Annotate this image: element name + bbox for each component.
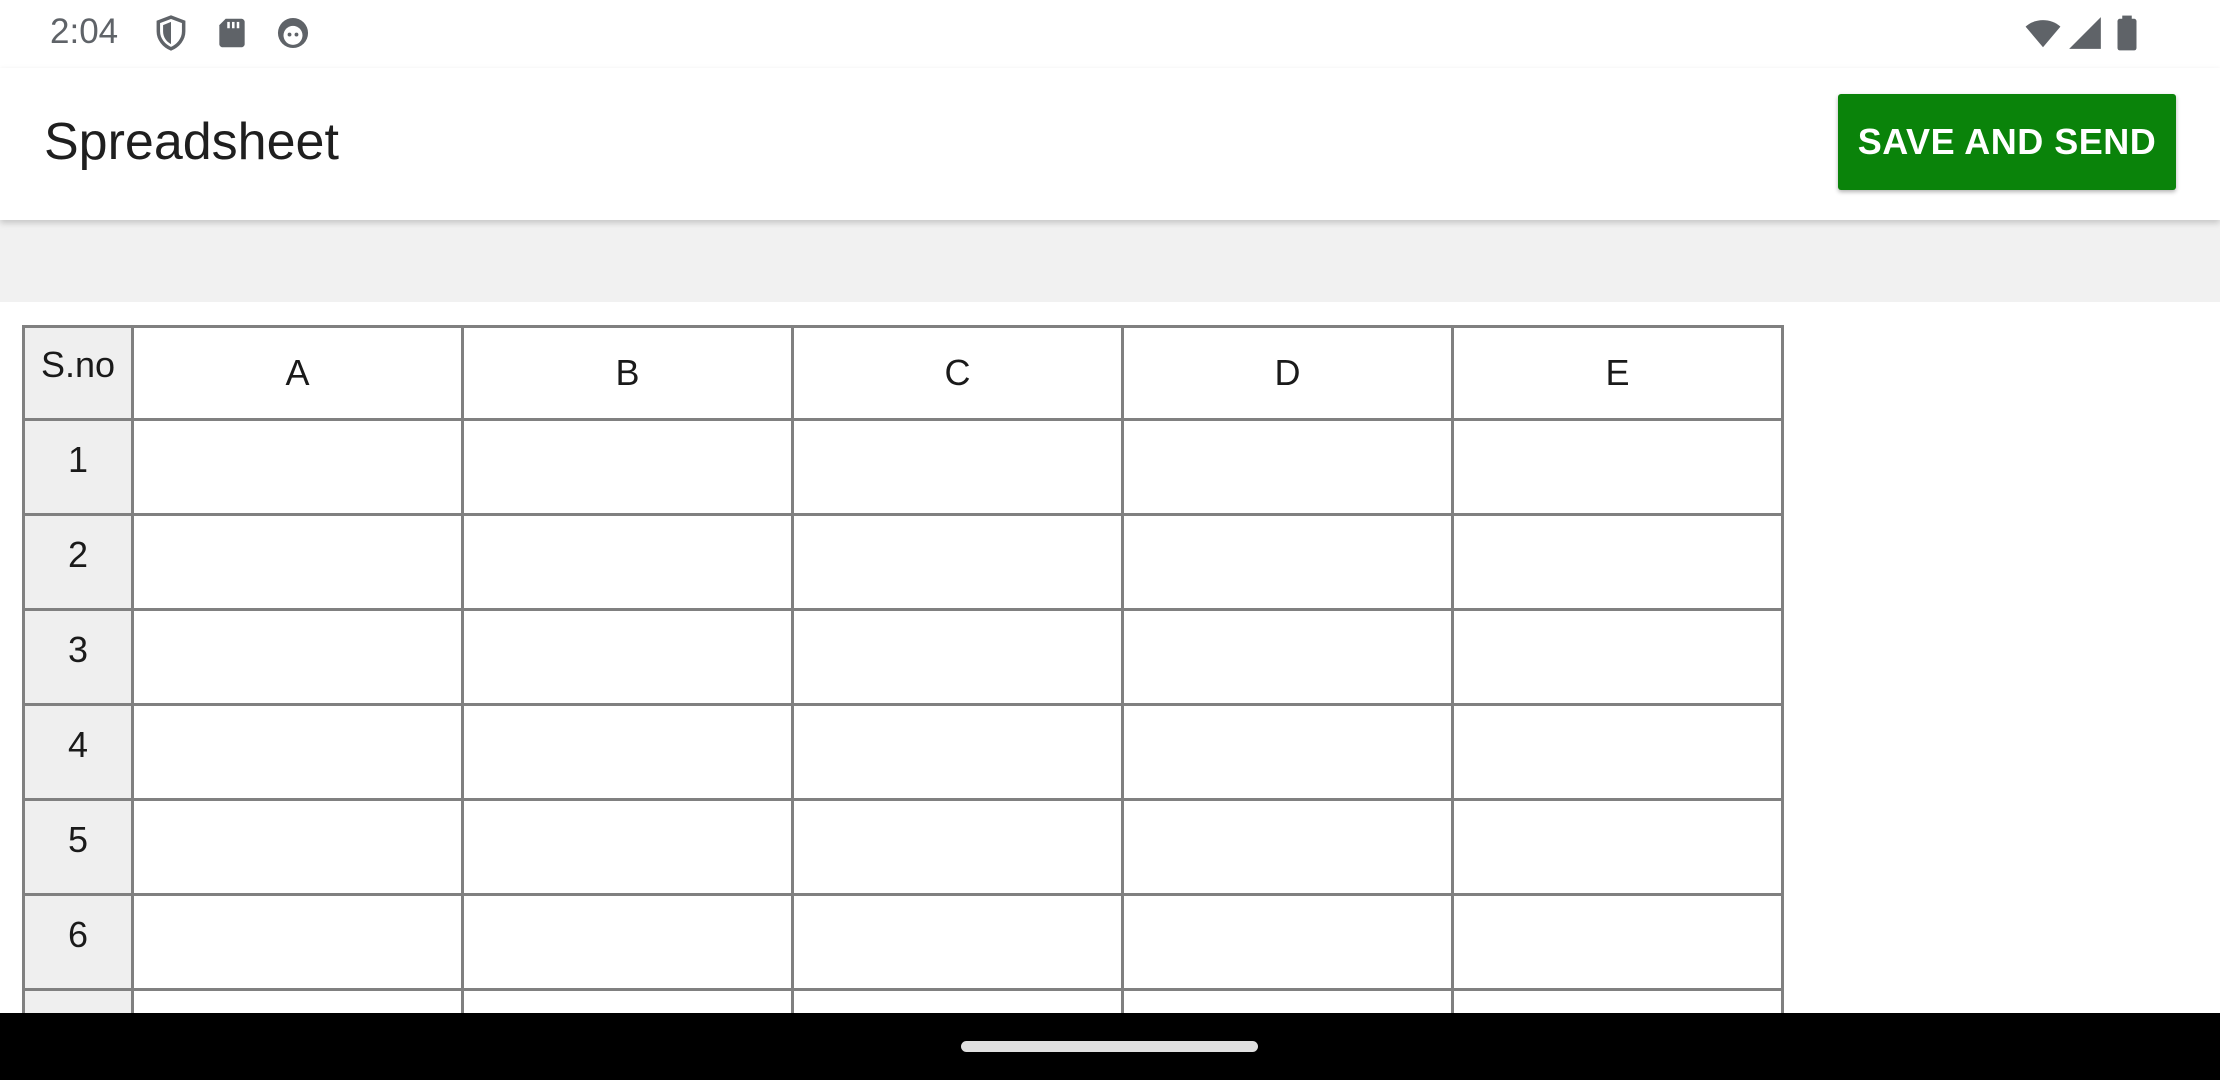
cell-b5[interactable] [461,798,794,896]
cell-a5[interactable] [131,798,464,896]
android-face-icon [274,14,312,52]
cell-e3[interactable] [1451,608,1784,706]
column-header-c[interactable]: C [791,325,1124,421]
cell-e4[interactable] [1451,703,1784,801]
cell-a4[interactable] [131,703,464,801]
cell-d3[interactable] [1121,608,1454,706]
cell-b6[interactable] [461,893,794,991]
row-number: 3 [22,608,134,706]
table-row: 4 [22,703,1784,801]
cell-b3[interactable] [461,608,794,706]
cell-c7[interactable] [791,988,1124,1013]
row-number: 4 [22,703,134,801]
status-time: 2:04 [50,12,119,51]
cell-e5[interactable] [1451,798,1784,896]
row-number [22,988,134,1013]
cell-c3[interactable] [791,608,1124,706]
cell-a2[interactable] [131,513,464,611]
cell-c2[interactable] [791,513,1124,611]
header-row: S.no A B C D E [22,325,1784,421]
cell-signal-icon [2066,14,2104,52]
cell-b7[interactable] [461,988,794,1013]
home-gesture-handle[interactable] [961,1041,1258,1052]
cell-c6[interactable] [791,893,1124,991]
column-header-d[interactable]: D [1121,325,1454,421]
column-header-a[interactable]: A [131,325,464,421]
sd-card-icon [213,14,251,52]
sno-header: S.no [22,325,134,421]
cell-a1[interactable] [131,418,464,516]
cell-c4[interactable] [791,703,1124,801]
cell-b4[interactable] [461,703,794,801]
navigation-bar [0,1013,2220,1080]
cell-a6[interactable] [131,893,464,991]
cell-e7[interactable] [1451,988,1784,1013]
table-row: 2 [22,513,1784,611]
row-number: 5 [22,798,134,896]
spreadsheet-container[interactable]: S.no A B C D E 1 2 3 4 5 6 [0,302,2220,1013]
cell-e2[interactable] [1451,513,1784,611]
table-row: 5 [22,798,1784,896]
table-row: 1 [22,418,1784,516]
cell-d1[interactable] [1121,418,1454,516]
app-bar: Spreadsheet SAVE AND SEND [0,68,2220,220]
battery-icon [2112,14,2142,52]
cell-a7[interactable] [131,988,464,1013]
row-number: 1 [22,418,134,516]
wifi-icon [2022,14,2064,52]
cell-e1[interactable] [1451,418,1784,516]
status-bar: 2:04 [0,0,2220,68]
cell-d6[interactable] [1121,893,1454,991]
cell-d7[interactable] [1121,988,1454,1013]
spreadsheet-table: S.no A B C D E 1 2 3 4 5 6 [22,325,1784,1013]
cell-d2[interactable] [1121,513,1454,611]
cell-b1[interactable] [461,418,794,516]
save-and-send-button[interactable]: SAVE AND SEND [1838,94,2176,190]
cell-d4[interactable] [1121,703,1454,801]
table-row: 3 [22,608,1784,706]
row-number: 2 [22,513,134,611]
cell-b2[interactable] [461,513,794,611]
cell-e6[interactable] [1451,893,1784,991]
toolbar-strip [0,220,2220,302]
shield-icon [152,14,190,52]
cell-a3[interactable] [131,608,464,706]
column-header-b[interactable]: B [461,325,794,421]
cell-d5[interactable] [1121,798,1454,896]
row-number: 6 [22,893,134,991]
cell-c5[interactable] [791,798,1124,896]
table-row: 6 [22,893,1784,991]
column-header-e[interactable]: E [1451,325,1784,421]
page-title: Spreadsheet [44,113,339,171]
table-row [22,988,1784,1013]
cell-c1[interactable] [791,418,1124,516]
